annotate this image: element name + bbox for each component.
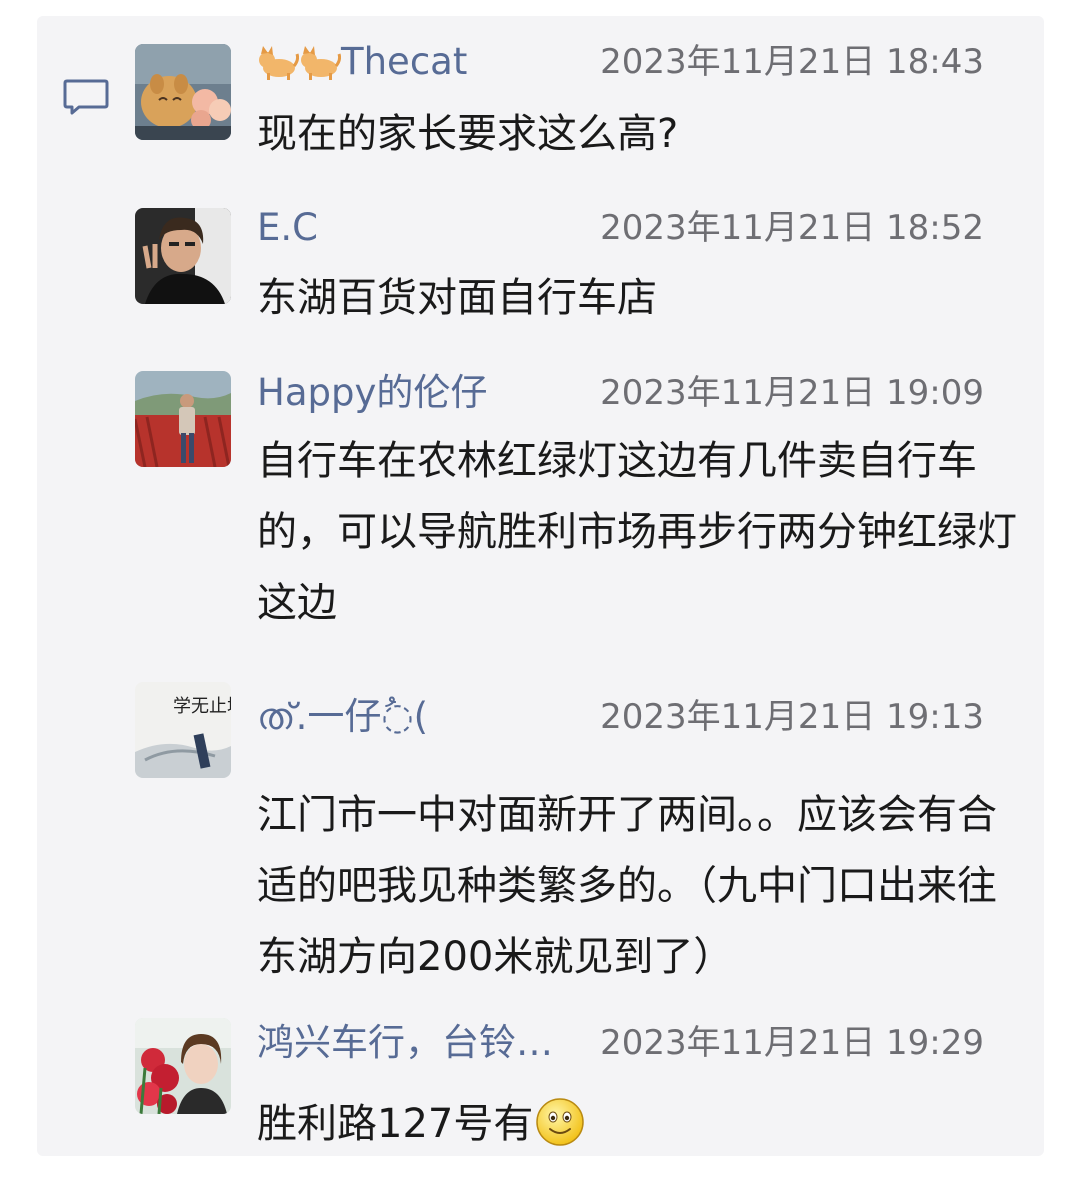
comment-item: E.C 2023年11月21日 18:52 东湖百货对面自行车店 — [37, 181, 1044, 331]
smiley-emoji-icon — [536, 1098, 585, 1146]
comment-item: Thecat 2023年11月21日 18:43 现在的家长要求这么高? — [37, 16, 1044, 176]
comment-item: Happy的伦仔 2023年11月21日 19:09 自行车在农林红绿灯这边有几… — [37, 346, 1044, 646]
user-avatar[interactable]: 学无止境 — [135, 682, 231, 778]
comment-text-body: 胜利路127号有 — [257, 1101, 534, 1147]
username-text: Thecat — [341, 40, 468, 83]
timestamp: 2023年11月21日 19:09 — [600, 373, 984, 413]
username[interactable]: 鸿兴车行，台铃… — [257, 1021, 553, 1065]
timestamp: 2023年11月21日 19:13 — [600, 697, 984, 737]
comment-item: 鸿兴车行，台铃… 2023年11月21日 19:29 胜利路127号有 — [37, 1001, 1044, 1151]
username[interactable]: Thecat — [257, 40, 467, 84]
comment-thread: Thecat 2023年11月21日 18:43 现在的家长要求这么高? E.C… — [37, 16, 1044, 1156]
comment-text: 现在的家长要求这么高? — [257, 111, 679, 157]
user-avatar[interactable] — [135, 1018, 231, 1114]
avatar-calligraphy: 学无止境 — [173, 696, 231, 717]
comment-text: 胜利路127号有 — [257, 1089, 1027, 1160]
username[interactable]: E.C — [257, 206, 318, 250]
user-avatar[interactable] — [135, 44, 231, 140]
cat-emoji-icon — [259, 46, 299, 80]
timestamp: 2023年11月21日 18:43 — [600, 42, 984, 82]
user-avatar[interactable] — [135, 371, 231, 467]
comment-text: 江门市一中对面新开了两间。。应该会有合适的吧我见种类繁多的。（九中门口出来往东湖… — [257, 792, 997, 980]
cat-emoji-icon — [301, 46, 341, 80]
comment-item: 学无止境 ത്.一仔◌ُ( 2023年11月21日 19:13 江门市一中对面新… — [37, 660, 1044, 990]
timestamp: 2023年11月21日 19:29 — [600, 1023, 984, 1063]
comment-text: 自行车在农林红绿灯这边有几件卖自行车的，可以导航胜利市场再步行两分钟红绿灯这边 — [257, 438, 1017, 626]
username[interactable]: ത്.一仔◌ُ( — [257, 695, 428, 739]
comment-text: 东湖百货对面自行车店 — [257, 275, 657, 321]
timestamp: 2023年11月21日 18:52 — [600, 208, 984, 248]
user-avatar[interactable] — [135, 208, 231, 304]
username[interactable]: Happy的伦仔 — [257, 371, 487, 415]
